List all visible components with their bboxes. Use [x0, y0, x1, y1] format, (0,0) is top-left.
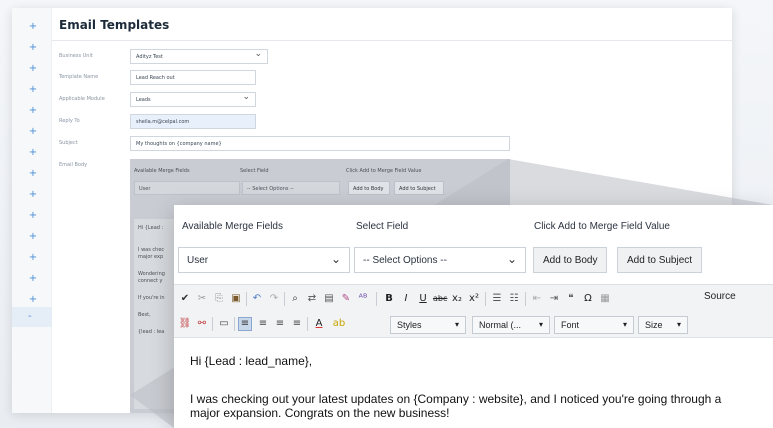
subscript-icon[interactable]: x₂ — [450, 293, 464, 305]
chevron-down-icon: ⌄ — [330, 252, 341, 266]
caret-down-icon: ▾ — [622, 320, 627, 329]
styles-dropdown-value: Styles — [397, 320, 422, 330]
styles-dropdown[interactable]: Styles ▾ — [390, 316, 466, 334]
size-dropdown[interactable]: Size ▾ — [638, 316, 688, 334]
source-button-label[interactable]: Source — [704, 291, 736, 302]
strikethrough-icon[interactable]: abc — [433, 293, 447, 305]
justify-icon[interactable]: ≡ — [290, 318, 304, 330]
select-all-icon[interactable]: ▤ — [322, 293, 336, 305]
align-center-icon[interactable]: ≡ — [256, 318, 270, 330]
superscript-icon[interactable]: x² — [467, 293, 481, 305]
caret-down-icon: ▾ — [454, 320, 459, 329]
undo-icon[interactable]: ↶ — [250, 293, 264, 305]
add-to-subject-button[interactable]: Add to Subject — [617, 247, 703, 273]
toolbar-separator — [246, 292, 247, 306]
editor-paragraph-line-1: I was checking out your latest updates o… — [190, 392, 722, 406]
caret-down-icon: ▾ — [538, 320, 543, 329]
available-merge-value: User — [187, 255, 209, 266]
editor-greeting: Hi {Lead : lead_name}, — [190, 354, 313, 368]
spellcheck-icon[interactable]: ✎ — [339, 293, 353, 305]
available-merge-fields-select[interactable]: User ⌄ — [178, 247, 350, 273]
clear-format-icon[interactable]: ✔ — [178, 293, 192, 305]
caret-down-icon: ▾ — [676, 320, 681, 329]
text-color-icon[interactable]: A — [312, 318, 326, 330]
cut-icon[interactable]: ✂ — [195, 293, 209, 305]
font-dropdown[interactable]: Font ▾ — [554, 316, 634, 334]
select-field-value: -- Select Options -- — [363, 255, 447, 266]
find-icon[interactable]: ⌕ — [288, 293, 302, 305]
editor-toolbar: ✔ ✂ ⎘ ▣ ↶ ↷ ⌕ ⇄ ▤ ✎ ᴬᴮ B I U abc x₂ x² ☰… — [174, 284, 773, 338]
toolbar-separator — [525, 292, 526, 306]
replace-icon[interactable]: ⇄ — [305, 293, 319, 305]
toolbar-separator — [485, 292, 486, 306]
italic-icon[interactable]: I — [399, 293, 413, 305]
highlight-color-icon[interactable]: ab — [332, 318, 346, 330]
outdent-icon[interactable]: ⇤ — [530, 293, 544, 305]
align-right-icon[interactable]: ≡ — [273, 318, 287, 330]
bulleted-list-icon[interactable]: ☷ — [507, 293, 521, 305]
toolbar-separator — [307, 317, 308, 331]
paste-icon[interactable]: ▣ — [229, 293, 243, 305]
zoomed-editor-card: Available Merge Fields Select Field Clic… — [174, 205, 773, 428]
format-dropdown-value: Normal (... — [479, 320, 522, 330]
editor-body[interactable]: Hi {Lead : lead_name}, I was checking ou… — [174, 338, 773, 428]
special-char-icon[interactable]: Ω — [581, 293, 595, 305]
table-icon[interactable]: ▭ — [217, 318, 231, 330]
copy-icon[interactable]: ⎘ — [212, 293, 226, 305]
format-dropdown[interactable]: Normal (... ▾ — [472, 316, 550, 334]
click-add-merge-label: Click Add to Merge Field Value — [534, 221, 670, 232]
size-dropdown-value: Size — [645, 320, 663, 330]
bold-icon[interactable]: B — [382, 293, 396, 305]
source-icon[interactable]: ▦ — [598, 293, 612, 305]
select-field-label: Select Field — [356, 221, 409, 232]
link-icon[interactable]: ⛓ — [178, 318, 192, 330]
underline-icon[interactable]: U — [416, 293, 430, 305]
editor-paragraph-line-2: major expansion. Congrats on the new bus… — [190, 406, 450, 420]
toolbar-separator — [376, 292, 377, 306]
redo-icon[interactable]: ↷ — [267, 293, 281, 305]
add-to-body-button[interactable]: Add to Body — [533, 247, 608, 273]
spellcheck-dropdown-icon[interactable]: ᴬᴮ — [356, 293, 370, 305]
toolbar-separator — [234, 317, 235, 331]
blockquote-icon[interactable]: ❝ — [564, 293, 578, 305]
unlink-icon[interactable]: ⚯ — [195, 318, 209, 330]
font-dropdown-value: Font — [561, 320, 580, 330]
indent-icon[interactable]: ⇥ — [547, 293, 561, 305]
align-left-icon[interactable]: ≡ — [238, 317, 252, 331]
numbered-list-icon[interactable]: ☰ — [490, 293, 504, 305]
chevron-down-icon: ⌄ — [506, 252, 517, 266]
toolbar-separator — [212, 317, 213, 331]
toolbar-separator — [284, 292, 285, 306]
available-merge-fields-label: Available Merge Fields — [182, 221, 283, 232]
select-field-select[interactable]: -- Select Options -- ⌄ — [354, 247, 526, 273]
